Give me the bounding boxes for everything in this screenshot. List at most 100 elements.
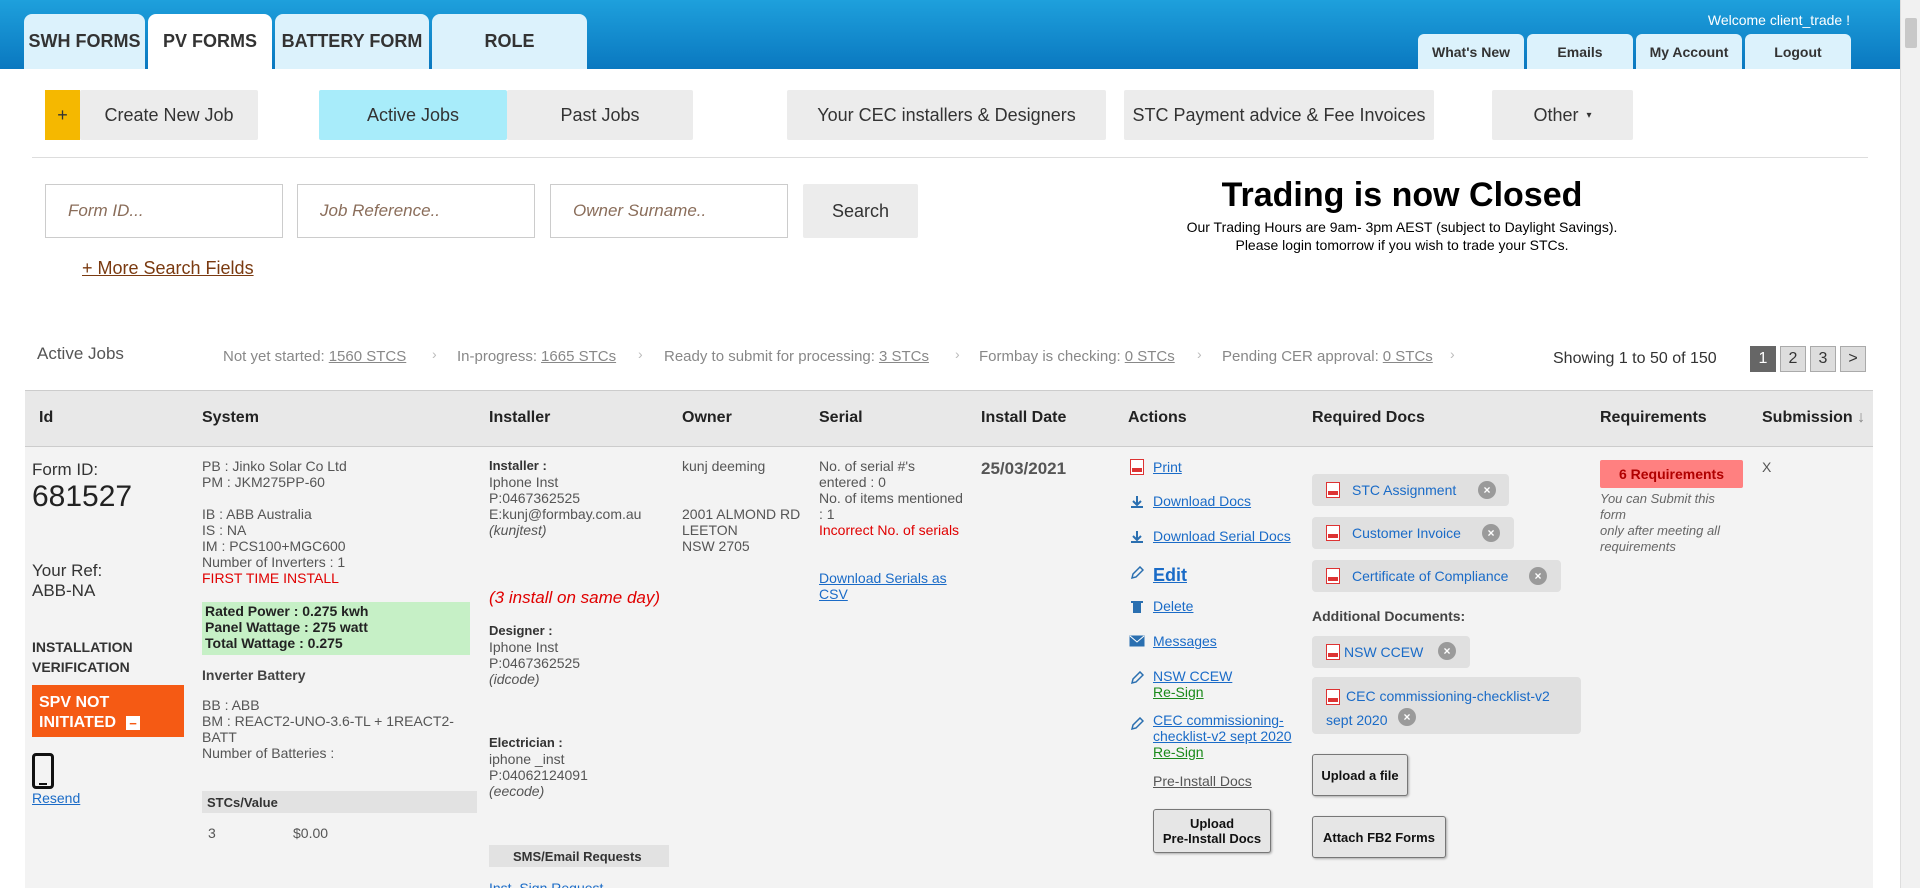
pencil-icon — [1129, 670, 1145, 686]
same-day-warning: (3 install on same day) — [489, 588, 661, 607]
installer-code: (kunjtest) — [489, 522, 547, 538]
th-requirements[interactable]: Requirements — [1600, 409, 1707, 427]
th-required-docs[interactable]: Required Docs — [1312, 409, 1425, 427]
pencil-icon — [1129, 565, 1145, 581]
certificate-compliance-doc[interactable]: Certificate of Compliance — [1312, 560, 1561, 592]
create-plus-icon[interactable]: + — [45, 90, 80, 140]
logout-tab[interactable]: Logout — [1745, 34, 1851, 69]
upload-pre-install-docs-button[interactable]: Upload Pre-Install Docs — [1153, 809, 1271, 853]
download-icon — [1129, 494, 1145, 510]
remove-certificate-icon[interactable]: × — [1529, 567, 1547, 585]
status-pending-link[interactable]: 0 STCs — [1383, 348, 1433, 365]
tab-role[interactable]: ROLE — [432, 14, 587, 69]
cec-checklist-link[interactable]: CEC commissioning- — [1153, 712, 1284, 728]
pre-install-docs-link[interactable]: Pre-Install Docs — [1153, 773, 1252, 789]
other-dropdown-button[interactable]: Other ▾ — [1492, 90, 1633, 140]
search-button[interactable]: Search — [803, 184, 918, 238]
status-checking-link[interactable]: 0 STCs — [1125, 348, 1175, 365]
page-1-button[interactable]: 1 — [1750, 346, 1776, 372]
remove-invoice-icon[interactable]: × — [1482, 524, 1500, 542]
chevron-right-icon: › — [955, 346, 960, 362]
mobile-phone-icon — [32, 753, 54, 789]
my-account-tab[interactable]: My Account — [1636, 34, 1742, 69]
vertical-scrollbar[interactable] — [1900, 0, 1920, 888]
table-header: Id System Installer Owner Serial Install… — [25, 390, 1873, 447]
status-label: In-progress: — [457, 348, 538, 365]
messages-link[interactable]: Messages — [1153, 633, 1217, 649]
cec-checklist-doc[interactable]: CEC commissioning-checklist-v2 sept 2020 — [1312, 677, 1581, 734]
remove-cec-icon[interactable]: × — [1398, 708, 1416, 726]
form-id-input[interactable] — [45, 184, 283, 238]
th-id[interactable]: Id — [39, 409, 53, 427]
download-serials-csv-link-cont[interactable]: CSV — [819, 586, 848, 602]
active-jobs-button[interactable]: Active Jobs — [319, 90, 507, 140]
panel-wattage: Panel Wattage : 275 watt — [205, 619, 368, 635]
th-installer[interactable]: Installer — [489, 409, 550, 427]
th-system[interactable]: System — [202, 409, 259, 427]
download-serial-docs-link[interactable]: Download Serial Docs — [1153, 528, 1291, 544]
create-new-job-button[interactable]: Create New Job — [80, 90, 258, 140]
status-ready-link[interactable]: 3 STCs — [879, 348, 929, 365]
job-reference-input[interactable] — [297, 184, 535, 238]
collapse-icon[interactable]: − — [126, 716, 140, 731]
designer-phone: P:0467362525 — [489, 655, 581, 671]
cec-checklist-resign-link[interactable]: Re-Sign — [1153, 744, 1204, 760]
th-serial[interactable]: Serial — [819, 409, 863, 427]
install-date: 25/03/2021 — [981, 459, 1067, 478]
other-label: Other — [1533, 104, 1579, 125]
nsw-ccew-resign-link[interactable]: Re-Sign — [1153, 684, 1204, 700]
emails-tab[interactable]: Emails — [1527, 34, 1633, 69]
top-header-bar: SWH FORMS PV FORMS BATTERY FORM ROLE Wel… — [0, 0, 1900, 69]
next-page-button[interactable]: > — [1840, 346, 1866, 372]
th-actions[interactable]: Actions — [1128, 409, 1187, 427]
showing-count: Showing 1 to 50 of 150 — [1553, 350, 1717, 367]
more-search-fields-link[interactable]: + More Search Fields — [82, 258, 254, 279]
installer-email: E:kunj@formbay.com.au — [489, 506, 642, 522]
installer-name: Iphone Inst — [489, 474, 559, 490]
requirements-badge[interactable]: 6 Requirements — [1600, 460, 1743, 488]
attach-fb2-forms-button[interactable]: Attach FB2 Forms — [1312, 816, 1446, 858]
battery-brand: BB : ABB — [202, 697, 260, 713]
active-jobs-label: Active Jobs — [37, 344, 124, 363]
chevron-down-icon: ▾ — [1586, 109, 1592, 121]
edit-link[interactable]: Edit — [1153, 564, 1187, 586]
tab-swh-forms[interactable]: SWH FORMS — [24, 14, 145, 69]
th-owner[interactable]: Owner — [682, 409, 732, 427]
status-pending-cer: Pending CER approval: 0 STCs — [1222, 348, 1433, 365]
pdf-icon — [1326, 568, 1340, 584]
th-install-date[interactable]: Install Date — [981, 409, 1066, 427]
scrollbar-thumb[interactable] — [1905, 18, 1917, 48]
page-2-button[interactable]: 2 — [1780, 346, 1806, 372]
main-tabs: SWH FORMS PV FORMS BATTERY FORM ROLE — [24, 14, 590, 69]
remove-stc-icon[interactable]: × — [1478, 481, 1496, 499]
status-not-started-link[interactable]: 1560 STCS — [329, 348, 407, 365]
status-formbay-checking: Formbay is checking: 0 STCs — [979, 348, 1175, 365]
resend-link[interactable]: Resend — [32, 790, 80, 806]
trading-notice: Trading is now Closed Our Trading Hours … — [1130, 176, 1674, 253]
envelope-icon — [1129, 633, 1145, 649]
tab-battery-form[interactable]: BATTERY FORM — [275, 14, 429, 69]
tab-pv-forms[interactable]: PV FORMS — [148, 14, 272, 69]
stc-assignment-label: STC Assignment — [1352, 482, 1457, 498]
electrician-name: iphone _inst — [489, 751, 565, 767]
download-serials-csv-link[interactable]: Download Serials as — [819, 570, 947, 586]
stc-payment-button[interactable]: STC Payment advice & Fee Invoices — [1124, 90, 1434, 140]
upload-file-button[interactable]: Upload a file — [1312, 754, 1408, 796]
inst-sign-request-link[interactable]: Inst. Sign Request — [489, 880, 603, 888]
inverter-battery-label: Inverter Battery — [202, 667, 306, 683]
page-3-button[interactable]: 3 — [1810, 346, 1836, 372]
delete-link[interactable]: Delete — [1153, 598, 1193, 614]
th-submission[interactable]: Submission ↓ — [1762, 409, 1865, 427]
cec-installers-button[interactable]: Your CEC installers & Designers — [787, 90, 1106, 140]
owner-surname-input[interactable] — [550, 184, 788, 238]
status-ready-to-submit: Ready to submit for processing: 3 STCs — [664, 348, 929, 365]
remove-nsw-icon[interactable]: × — [1438, 642, 1456, 660]
download-docs-link[interactable]: Download Docs — [1153, 493, 1251, 509]
spv-status-badge[interactable]: SPV NOT INITIATED − — [32, 685, 184, 737]
status-in-progress-link[interactable]: 1665 STCs — [541, 348, 616, 365]
print-link[interactable]: Print — [1153, 459, 1182, 475]
nsw-ccew-link[interactable]: NSW CCEW — [1153, 668, 1232, 684]
cec-checklist-link-cont[interactable]: checklist-v2 sept 2020 — [1153, 728, 1292, 744]
whats-new-tab[interactable]: What's New — [1418, 34, 1524, 69]
past-jobs-button[interactable]: Past Jobs — [507, 90, 693, 140]
